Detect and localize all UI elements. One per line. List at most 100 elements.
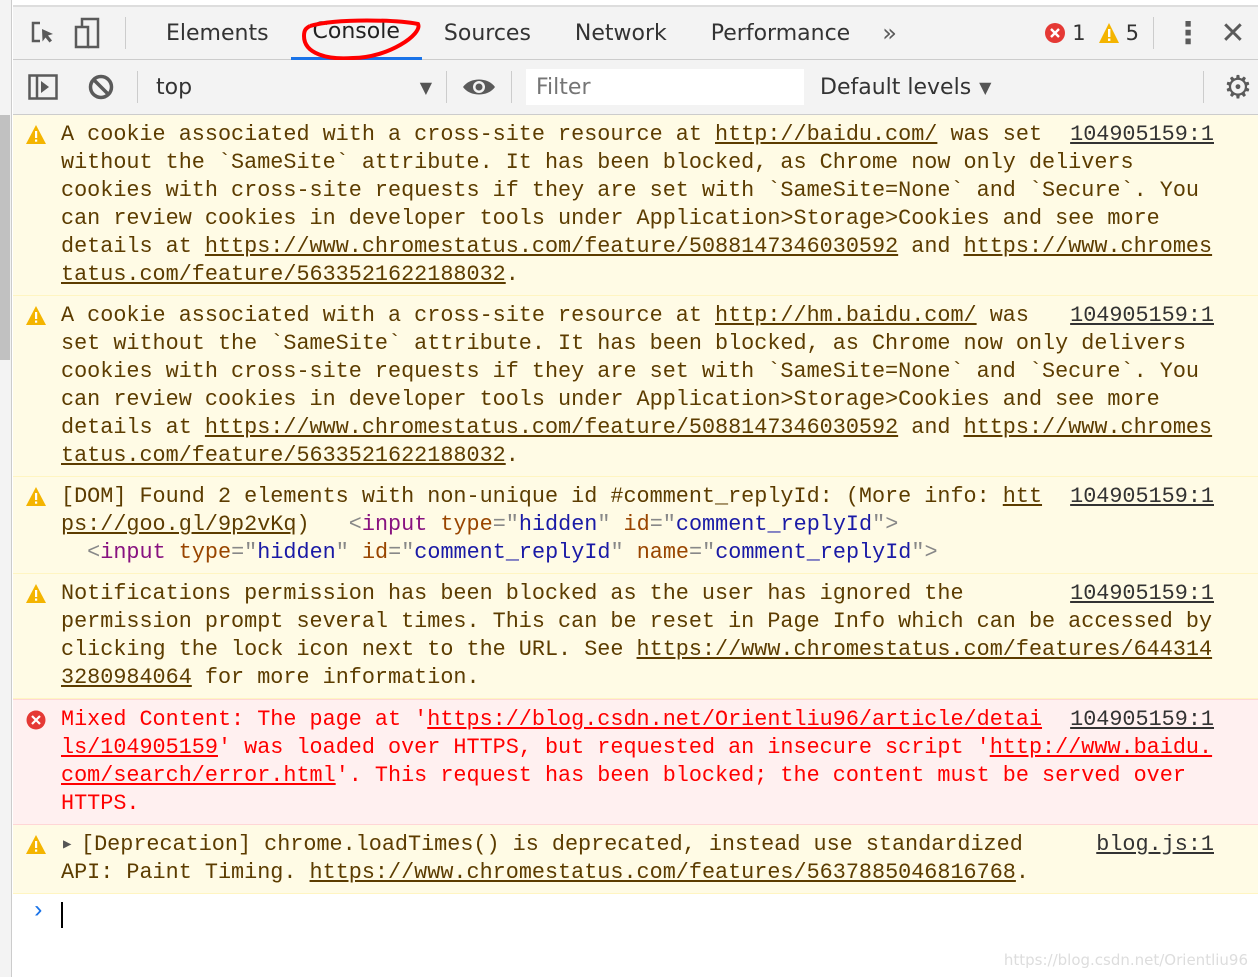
log-levels-dropdown[interactable]: Default levels ▼ bbox=[820, 75, 991, 100]
source-link[interactable]: 104905159:1 bbox=[1070, 121, 1214, 149]
live-expression-eye-icon[interactable] bbox=[461, 76, 497, 98]
message-link[interactable]: com/search/error.html bbox=[61, 763, 336, 788]
message-text: details at bbox=[61, 234, 205, 259]
scrollbar-thumb[interactable] bbox=[0, 115, 10, 360]
message-link[interactable]: http://hm.baidu.com/ bbox=[715, 303, 977, 328]
message-line: clicking the lock icon next to the URL. … bbox=[61, 636, 1222, 664]
source-link[interactable]: 104905159:1 bbox=[1070, 706, 1214, 734]
tab-sources[interactable]: Sources bbox=[422, 7, 553, 60]
error-icon bbox=[26, 710, 46, 730]
message-line: tatus.com/feature/5633521622188032. bbox=[61, 442, 1222, 470]
message-line: cookies with cross-site requests if they… bbox=[61, 358, 1222, 386]
message-text bbox=[166, 540, 179, 565]
message-link[interactable]: http://baidu.com/ bbox=[715, 122, 937, 147]
message-text: was set bbox=[937, 122, 1043, 147]
error-count-badge[interactable]: 1 5 bbox=[1044, 21, 1139, 45]
message-link[interactable]: https://www.chromestatus.com/features/64… bbox=[637, 637, 1213, 662]
clear-console-icon[interactable] bbox=[73, 74, 129, 100]
warning-message: blog.js:1 ▶ [Deprecation] chrome.loadTimes… bbox=[13, 825, 1258, 894]
message-text: . bbox=[505, 262, 519, 287]
message-line: HTTPS. bbox=[61, 790, 1222, 818]
close-icon[interactable]: ✕ bbox=[1208, 16, 1258, 51]
left-scrollbar[interactable] bbox=[0, 0, 12, 977]
message-line: A cookie associated with a cross-site re… bbox=[61, 121, 1222, 149]
message-link[interactable]: ps://goo.gl/9p2vKq bbox=[61, 512, 296, 537]
message-link[interactable]: https://www.chromestatus.com/feature/508… bbox=[205, 234, 898, 259]
message-link[interactable]: http://www.baidu. bbox=[990, 735, 1212, 760]
levels-label: Default levels bbox=[820, 74, 972, 100]
message-line: ls/104905159' was loaded over HTTPS, but… bbox=[61, 734, 1222, 762]
message-text bbox=[427, 512, 440, 537]
warning-message: 104905159:1 [DOM] Found 2 elements with n… bbox=[13, 477, 1258, 574]
source-link[interactable]: 104905159:1 bbox=[1070, 580, 1214, 608]
context-selector[interactable]: top ▼ bbox=[156, 75, 432, 100]
message-text: hidden bbox=[257, 540, 336, 565]
device-toolbar-icon[interactable] bbox=[73, 17, 103, 49]
message-line: [DOM] Found 2 elements with non-unique i… bbox=[61, 483, 1222, 511]
message-text: id bbox=[361, 540, 389, 565]
message-line: Notifications permission has been blocke… bbox=[61, 580, 1222, 608]
message-text: clicking the lock icon next to the URL. … bbox=[61, 637, 637, 662]
message-text: =" bbox=[649, 512, 676, 537]
message-link[interactable]: https://blog.csdn.net/Orientliu96/articl… bbox=[427, 707, 1042, 732]
message-text: Mixed Content: The page at ' bbox=[61, 707, 428, 732]
message-text: HTTPS. bbox=[61, 791, 140, 816]
message-text: can review cookies in developer tools un… bbox=[61, 387, 1160, 412]
message-text: cookies with cross-site requests if they… bbox=[61, 178, 1199, 203]
devtools-tabbar: Elements Console Sources Network Performance… bbox=[13, 5, 1258, 60]
message-text: input bbox=[361, 512, 428, 537]
message-link[interactable]: https://www.chromestatus.com/features/56… bbox=[310, 860, 1016, 885]
more-tabs-icon[interactable]: » bbox=[882, 19, 897, 47]
expand-triangle-icon[interactable]: ▶ bbox=[63, 831, 71, 859]
message-link[interactable]: 3280984064 bbox=[61, 665, 192, 690]
tab-network[interactable]: Network bbox=[553, 7, 689, 60]
source-link[interactable]: 104905159:1 bbox=[1070, 483, 1214, 511]
divider bbox=[446, 71, 447, 103]
message-text: comment_replyId bbox=[414, 540, 611, 565]
message-link[interactable]: tatus.com/feature/5633521622188032 bbox=[61, 262, 506, 287]
message-text: for more information. bbox=[191, 665, 480, 690]
source-link[interactable]: blog.js:1 bbox=[1096, 831, 1214, 859]
tab-performance[interactable]: Performance bbox=[689, 7, 872, 60]
warning-message: 104905159:1 A cookie associated with a cr… bbox=[13, 115, 1258, 296]
message-line: can review cookies in developer tools un… bbox=[61, 386, 1222, 414]
message-text: '. This request has been blocked; the co… bbox=[335, 763, 1186, 788]
tab-elements[interactable]: Elements bbox=[144, 7, 291, 60]
message-link[interactable]: https://www.chromes bbox=[964, 415, 1213, 440]
message-line: details at https://www.chromestatus.com/… bbox=[61, 414, 1222, 442]
message-text: A cookie associated with a cross-site re… bbox=[61, 303, 716, 328]
message-text: . bbox=[505, 443, 519, 468]
warning-message: 104905159:1 Notifications permission has … bbox=[13, 574, 1258, 699]
inspect-element-icon[interactable] bbox=[13, 19, 73, 47]
message-link[interactable]: https://www.chromes bbox=[964, 234, 1213, 259]
message-line: ps://goo.gl/9p2vKq) <input type="hidden"… bbox=[61, 511, 1222, 539]
message-text: type bbox=[440, 512, 493, 537]
message-link[interactable]: ls/104905159 bbox=[61, 735, 218, 760]
message-line: permission prompt several times. This ca… bbox=[61, 608, 1222, 636]
message-text: A cookie associated with a cross-site re… bbox=[61, 122, 716, 147]
message-line: ▶ [Deprecation] chrome.loadTimes() is dep… bbox=[61, 831, 1222, 859]
message-text: "> bbox=[911, 540, 938, 565]
filter-input[interactable] bbox=[526, 69, 804, 105]
kebab-menu-icon[interactable]: ⋮ bbox=[1168, 16, 1208, 51]
source-link[interactable]: 104905159:1 bbox=[1070, 302, 1214, 330]
sidebar-toggle-icon[interactable] bbox=[13, 74, 73, 100]
context-label: top bbox=[156, 74, 193, 100]
message-text bbox=[61, 540, 87, 565]
message-text: [Deprecation] chrome.loadTimes() is depr… bbox=[81, 832, 1023, 857]
console-prompt-input[interactable]: › bbox=[13, 894, 1258, 934]
settings-gear-icon[interactable]: ⚙ bbox=[1218, 68, 1258, 106]
message-line: can review cookies in developer tools un… bbox=[61, 205, 1222, 233]
message-text: =" bbox=[231, 540, 258, 565]
message-link[interactable]: tatus.com/feature/5633521622188032 bbox=[61, 443, 506, 468]
message-text: can review cookies in developer tools un… bbox=[61, 206, 1160, 231]
message-line: cookies with cross-site requests if they… bbox=[61, 177, 1222, 205]
message-link[interactable]: htt bbox=[1003, 484, 1042, 509]
warning-icon bbox=[26, 487, 46, 506]
warning-message: 104905159:1 A cookie associated with a cr… bbox=[13, 296, 1258, 477]
warning-icon bbox=[26, 125, 46, 144]
message-text: hidden bbox=[518, 512, 598, 537]
message-text: details at bbox=[61, 415, 205, 440]
message-link[interactable]: https://www.chromestatus.com/feature/508… bbox=[205, 415, 898, 440]
error-icon bbox=[1045, 23, 1066, 43]
